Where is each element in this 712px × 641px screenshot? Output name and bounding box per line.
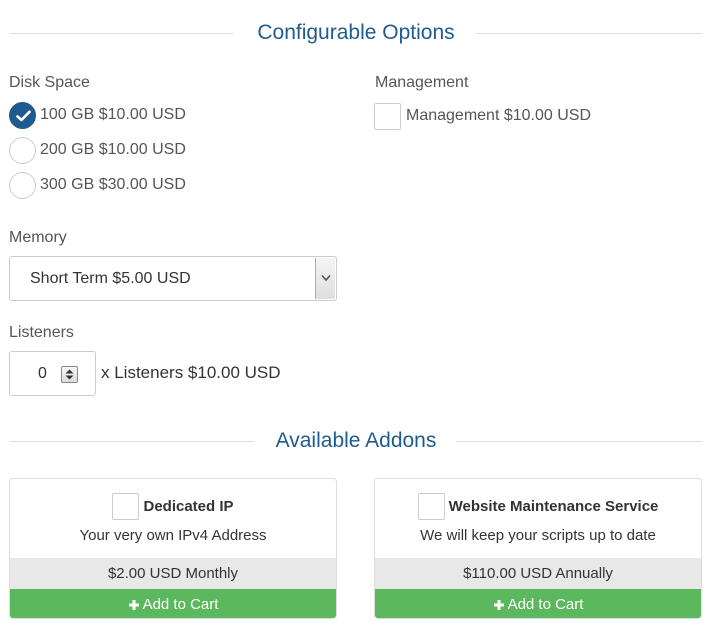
disk-option-label: 200 GB $10.00 USD [40,141,186,158]
addon-name: Website Maintenance Service [448,497,659,515]
memory-label: Memory [9,229,67,246]
listeners-label: Listeners [9,324,74,341]
management-option-label: Management $10.00 USD [406,107,591,124]
disk-option-200gb[interactable]: 200 GB $10.00 USD [9,136,186,164]
add-to-cart-label: Add to Cart [142,596,219,613]
memory-selected-value: Short Term $5.00 USD [30,270,191,287]
radio-checked[interactable] [9,101,36,129]
add-to-cart-label: Add to Cart [507,596,584,613]
addon-price: $110.00 USD Annually [375,558,701,589]
management-label: Management [375,74,469,91]
addon-card-website-maintenance: Website Maintenance Service We will keep… [374,478,702,619]
listeners-quantity-value: 0 [38,365,47,382]
disk-option-label: 100 GB $10.00 USD [40,106,186,123]
up-down-arrows-icon [65,369,74,380]
radio-unchecked[interactable] [9,136,36,164]
memory-select[interactable]: Short Term $5.00 USD [9,256,337,301]
addon-header: Website Maintenance Service [375,492,701,520]
disk-option-300gb[interactable]: 300 GB $30.00 USD [9,171,186,199]
addon-card-dedicated-ip: Dedicated IP Your very own IPv4 Address … [9,478,337,619]
available-addons-heading: Available Addons [10,426,702,456]
listeners-quantity-stepper[interactable]: 0 [9,351,96,396]
addon-description: We will keep your scripts up to date [420,527,656,544]
plus-icon [128,599,139,610]
disk-option-100gb[interactable]: 100 GB $10.00 USD [9,101,186,129]
select-arrow-button[interactable] [315,258,335,299]
add-to-cart-button[interactable]: Add to Cart [10,589,336,618]
management-checkbox[interactable] [374,102,401,130]
addon-checkbox[interactable] [417,492,445,520]
addon-description: Your very own IPv4 Address [79,527,267,544]
chevron-down-icon [321,274,331,282]
listeners-price-text: x Listeners $10.00 USD [101,363,281,382]
addon-checkbox[interactable] [112,492,140,520]
stepper-spin-buttons[interactable] [61,366,78,383]
addon-price: $2.00 USD Monthly [10,558,336,589]
radio-unchecked[interactable] [9,171,36,199]
section-title: Configurable Options [257,21,455,44]
disk-space-label: Disk Space [9,74,90,91]
configurable-options-heading: Configurable Options [10,18,702,48]
addon-header: Dedicated IP [10,492,336,520]
management-option[interactable]: Management $10.00 USD [374,102,591,130]
add-to-cart-button[interactable]: Add to Cart [375,589,701,618]
section-title: Available Addons [275,429,437,452]
disk-option-label: 300 GB $30.00 USD [40,176,186,193]
addon-name: Dedicated IP [143,497,234,515]
check-icon [16,110,31,121]
plus-icon [493,599,504,610]
